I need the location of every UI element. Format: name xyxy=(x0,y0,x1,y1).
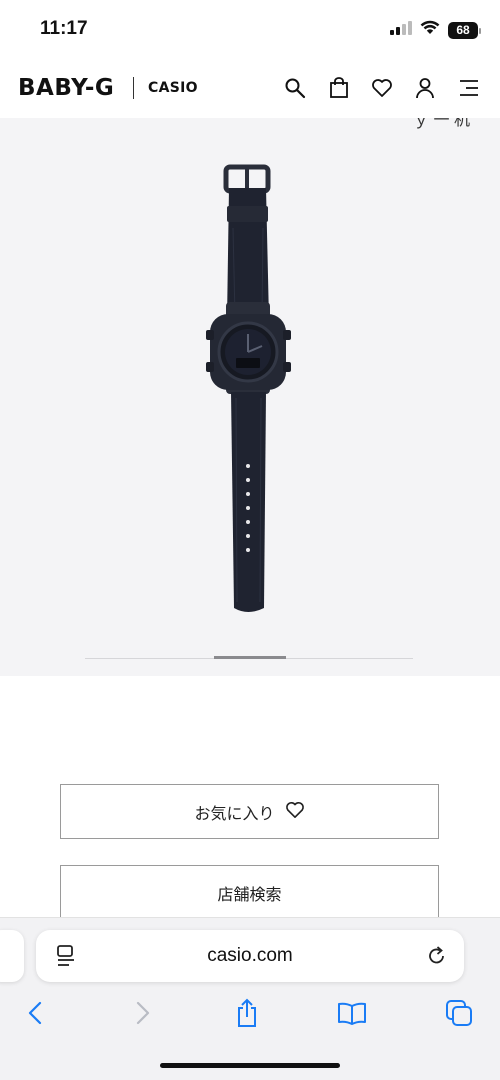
home-indicator[interactable] xyxy=(160,1063,340,1068)
status-bar: 11:17 68 xyxy=(0,0,500,56)
status-icons: 68 xyxy=(390,20,481,40)
bookmarks-icon[interactable] xyxy=(335,996,369,1030)
address-text[interactable]: casio.com xyxy=(36,945,464,967)
reload-icon[interactable] xyxy=(426,944,448,973)
status-time: 11:17 xyxy=(40,18,88,39)
favorite-button-label: お気に入り xyxy=(194,803,275,823)
previous-tab-edge[interactable] xyxy=(0,930,24,982)
heart-icon xyxy=(285,801,305,823)
heart-icon[interactable] xyxy=(370,76,394,100)
address-bar[interactable]: casio.com xyxy=(36,930,464,982)
share-icon[interactable] xyxy=(230,996,264,1030)
store-search-button[interactable]: 店舗検索 xyxy=(60,865,439,920)
site-header: BABY-G CASIO xyxy=(0,56,500,118)
tabs-icon[interactable] xyxy=(442,996,476,1030)
user-icon[interactable] xyxy=(413,76,437,100)
carousel-indicator[interactable] xyxy=(214,656,286,659)
logo-divider xyxy=(133,77,134,99)
cellular-signal-icon xyxy=(390,20,412,40)
baby-g-logo[interactable]: BABY-G xyxy=(18,75,114,101)
casio-logo[interactable]: CASIO xyxy=(148,80,198,96)
battery-icon: 68 xyxy=(448,21,481,39)
shopping-bag-icon[interactable] xyxy=(327,76,351,100)
forward-icon[interactable] xyxy=(126,996,160,1030)
browser-toolbar-area: casio.com xyxy=(0,917,500,1080)
store-search-button-label: 店舗検索 xyxy=(217,884,282,904)
search-icon[interactable] xyxy=(283,76,307,100)
back-icon[interactable] xyxy=(18,996,52,1030)
product-image-area: ｙ 一 机 xyxy=(0,118,500,676)
menu-icon[interactable] xyxy=(457,76,481,100)
favorite-button[interactable]: お気に入り xyxy=(60,784,439,839)
watch-image[interactable] xyxy=(0,118,500,638)
wifi-icon xyxy=(420,20,440,40)
